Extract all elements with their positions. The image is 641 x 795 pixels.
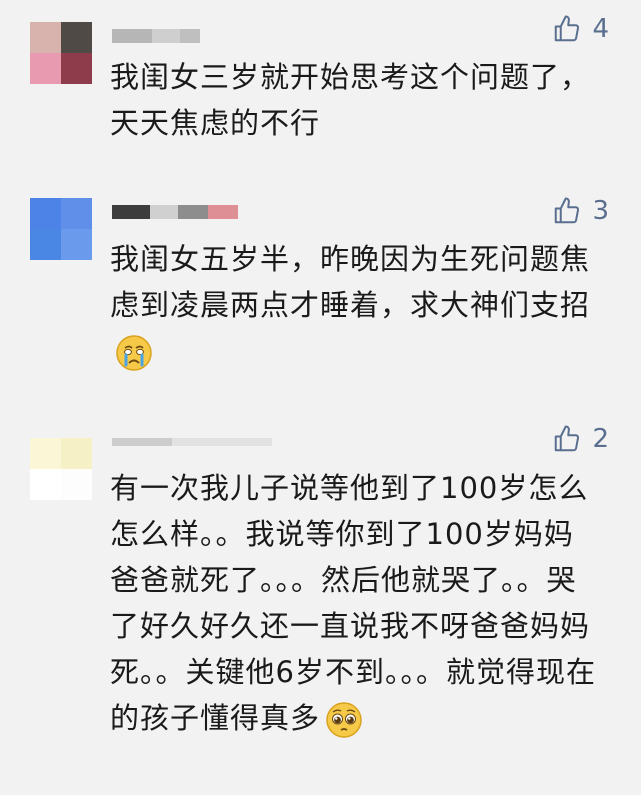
- avatar-tile: [61, 198, 92, 229]
- blur-block: [172, 438, 272, 446]
- comment-text: 我闺女五岁半，昨晚因为生死问题焦虑到凌晨两点才睡着，求大神们支招: [110, 236, 600, 374]
- comment-text: 有一次我儿子说等他到了100岁怎么怎么样。。我说等你到了100岁妈妈爸爸就死了。…: [110, 465, 600, 741]
- like-count: 2: [592, 424, 609, 454]
- avatar-tile: [30, 469, 61, 500]
- blur-block: [112, 29, 152, 43]
- username-blurred[interactable]: [112, 202, 238, 222]
- avatar-tile: [30, 438, 61, 469]
- blur-block: [178, 205, 208, 219]
- avatar-tile: [61, 438, 92, 469]
- avatar-tile: [30, 229, 61, 260]
- blur-block: [208, 205, 238, 219]
- comment-text-body: 我闺女五岁半，昨晚因为生死问题焦虑到凌晨两点才睡着，求大神们支招: [110, 242, 591, 322]
- avatar-tile: [30, 198, 61, 229]
- comment-text: 我闺女三岁就开始思考这个问题了，天天焦虑的不行: [110, 60, 591, 140]
- comment-text-body: 有一次我儿子说等他到了100岁怎么怎么样。。我说等你到了100岁妈妈爸爸就死了。…: [110, 471, 596, 735]
- avatar-tile: [30, 53, 61, 84]
- thumbs-up-icon: [555, 425, 580, 452]
- username-blurred[interactable]: [112, 26, 200, 46]
- like-button[interactable]: 3: [552, 196, 609, 226]
- avatar[interactable]: [30, 438, 92, 500]
- avatar-tile: [61, 53, 92, 84]
- blur-block: [152, 29, 180, 43]
- like-count: 3: [592, 196, 609, 226]
- avatar-tile: [61, 22, 92, 53]
- crying-face-icon: [116, 335, 152, 371]
- like-button[interactable]: 2: [552, 424, 609, 454]
- blur-block: [112, 438, 172, 446]
- avatar[interactable]: [30, 198, 92, 260]
- username-blurred[interactable]: [112, 432, 272, 452]
- avatar-tile: [61, 229, 92, 260]
- like-button[interactable]: 4: [552, 14, 609, 44]
- blur-block: [180, 29, 200, 43]
- avatar-tile: [30, 22, 61, 53]
- thumbs-up-icon: [555, 197, 580, 224]
- blur-block: [112, 205, 150, 219]
- like-count: 4: [592, 14, 609, 44]
- pleading-face-icon: [326, 702, 362, 738]
- avatar-tile: [61, 469, 92, 500]
- blur-block: [150, 205, 178, 219]
- avatar[interactable]: [30, 22, 92, 84]
- thumbs-up-icon: [555, 15, 580, 42]
